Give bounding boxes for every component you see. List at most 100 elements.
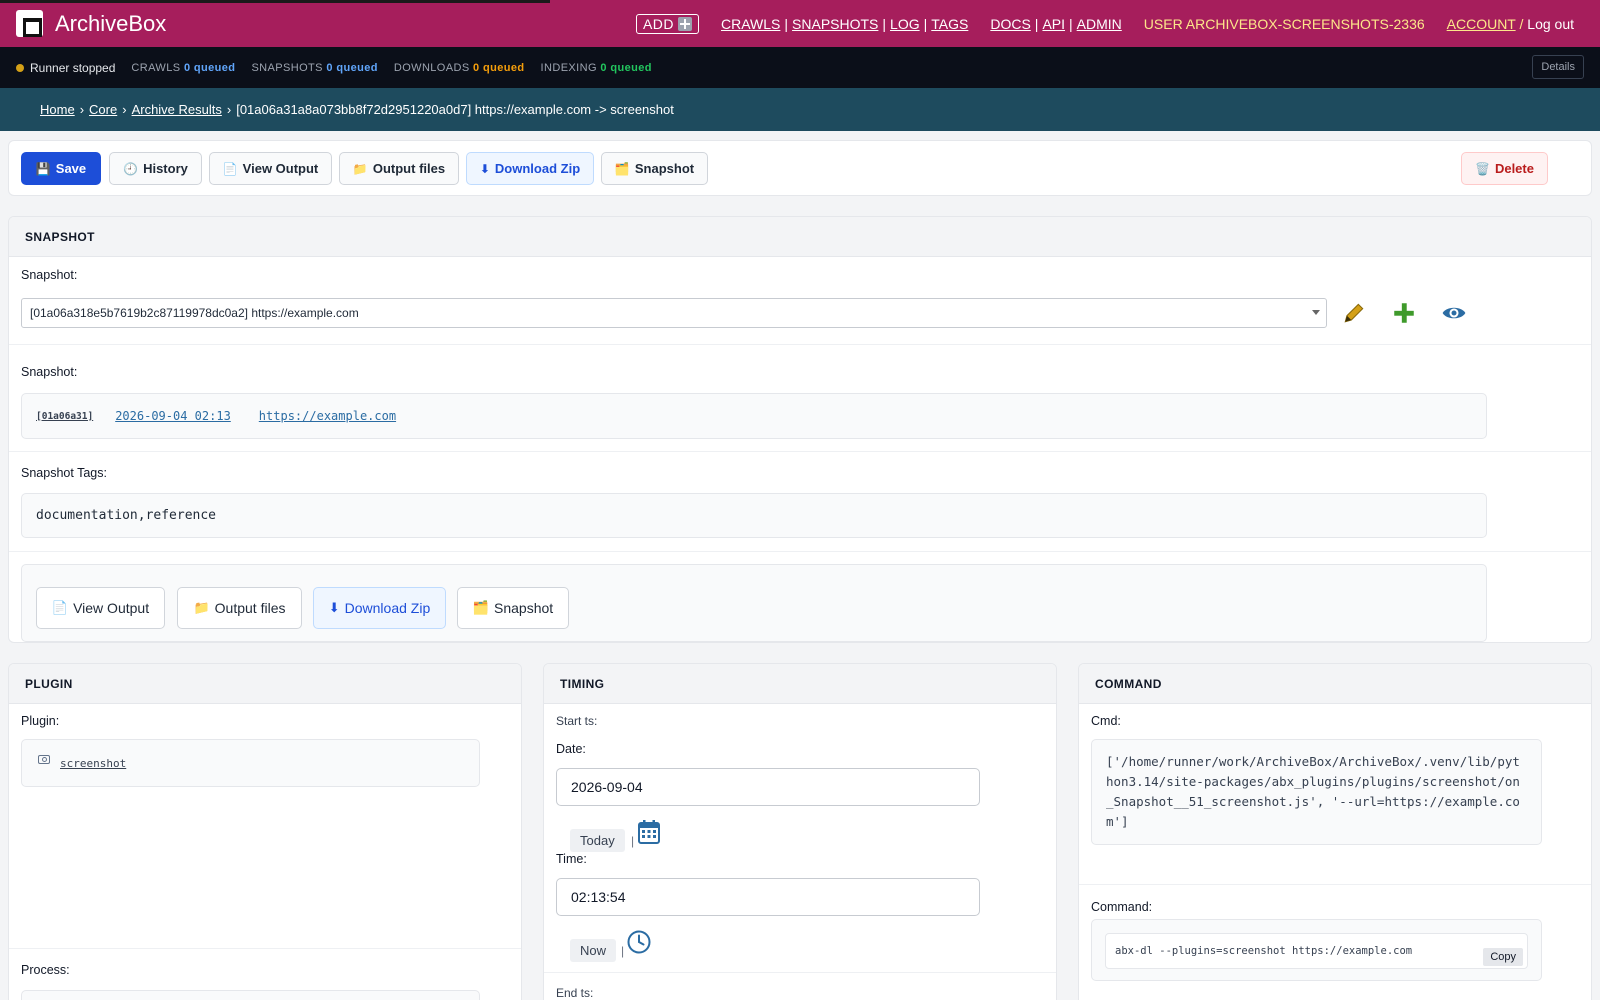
now-button[interactable]: Now bbox=[570, 939, 617, 962]
card-index-icon: 🗂️ bbox=[472, 600, 489, 615]
plugin-link[interactable]: screenshot bbox=[60, 757, 126, 770]
top-header: ArchiveBox ADD CRAWLS | SNAPSHOTS | LOG | TAGS… bbox=[0, 0, 1600, 47]
timing-panel: TIMING Start ts: Date: 2026-09-04 Today … bbox=[543, 663, 1057, 1000]
logout-link[interactable]: Log out bbox=[1527, 16, 1574, 32]
snapshot-readonly-value: [01a06a31] 2026-09-04 02:13 https://exam… bbox=[21, 393, 1487, 439]
floppy-disk-icon: 💾 bbox=[35, 161, 51, 176]
inner-output-files-button[interactable]: 📁 Output files bbox=[177, 587, 302, 629]
user-label: USER ARCHIVEBOX-SCREENSHOTS-2336 bbox=[1143, 15, 1425, 32]
archivebox-logo-icon bbox=[16, 10, 43, 37]
add-button-label: ADD bbox=[642, 15, 675, 32]
clock-icon[interactable] bbox=[627, 930, 651, 954]
calendar-icon[interactable] bbox=[638, 820, 660, 844]
time-label: Time: bbox=[556, 852, 587, 866]
plus-icon bbox=[678, 16, 693, 31]
command-label: Command: bbox=[1091, 900, 1153, 914]
breadcrumb-core[interactable]: Core bbox=[89, 102, 117, 117]
snapshot-select-label: Snapshot: bbox=[21, 268, 78, 282]
output-files-button[interactable]: 📁 Output files bbox=[339, 152, 459, 185]
today-button[interactable]: Today bbox=[570, 829, 625, 852]
snapshot-select[interactable]: [01a06a318e5b7619b2c87119978dc0a2] https… bbox=[21, 298, 1327, 328]
nav-tags[interactable]: TAGS bbox=[931, 16, 968, 32]
date-input[interactable]: 2026-09-04 bbox=[556, 768, 980, 806]
folder-icon: 📁 bbox=[352, 161, 368, 176]
nav-api[interactable]: API bbox=[1042, 16, 1065, 32]
wastebasket-icon: 🗑️ bbox=[1475, 161, 1490, 176]
account-separator: / bbox=[1519, 15, 1524, 32]
timing-panel-title: TIMING bbox=[544, 664, 1056, 704]
snapshot-panel-title: SNAPSHOT bbox=[9, 217, 1591, 257]
runner-status: Runner stopped bbox=[30, 60, 116, 75]
nav-docs-link[interactable]: DOCS bbox=[990, 16, 1030, 32]
nav-snapshots[interactable]: SNAPSHOTS bbox=[792, 16, 878, 32]
download-zip-button[interactable]: ⬇ Download Zip bbox=[466, 152, 594, 185]
breadcrumb-archive-results[interactable]: Archive Results bbox=[132, 102, 222, 117]
top-nav: ADD CRAWLS | SNAPSHOTS | LOG | TAGS DOCS | API | A… bbox=[635, 0, 1574, 47]
chevron-down-icon bbox=[1312, 310, 1320, 315]
nav-admin[interactable]: ADMIN bbox=[1077, 16, 1122, 32]
nav-docs: DOCS | API | ADMIN bbox=[990, 15, 1122, 32]
inner-download-zip-button[interactable]: ⬇ Download Zip bbox=[313, 587, 446, 629]
save-button[interactable]: 💾 Save bbox=[21, 152, 101, 185]
breadcrumb-home[interactable]: Home bbox=[40, 102, 75, 117]
runner-status-bar: Runner stopped CRAWLS 0 queued SNAPSHOTS… bbox=[0, 47, 1600, 88]
brand-name[interactable]: ArchiveBox bbox=[55, 11, 166, 37]
object-toolbar: 💾 Save 🕘 History 📄 View Output 📁 Output file… bbox=[8, 140, 1592, 196]
start-ts-label: Start ts: bbox=[556, 714, 598, 728]
plugin-label: Plugin: bbox=[21, 714, 60, 728]
delete-button[interactable]: 🗑️ Delete bbox=[1461, 152, 1548, 185]
cmd-value: ['/home/runner/work/ArchiveBox/ArchiveBo… bbox=[1091, 739, 1542, 845]
plus-icon[interactable] bbox=[1391, 300, 1417, 326]
snapshot-actions: 📄 View Output 📁 Output files ⬇ Download Zip… bbox=[21, 564, 1487, 642]
inner-view-output-button[interactable]: 📄 View Output bbox=[36, 587, 165, 629]
command-box: abx-dl --plugins=screenshot https://exam… bbox=[1091, 919, 1542, 981]
runner-status-dot-icon bbox=[16, 63, 24, 72]
copy-button[interactable]: Copy bbox=[1483, 948, 1523, 966]
pencil-icon[interactable] bbox=[1341, 300, 1367, 326]
queue-indexing: INDEXING 0 queued bbox=[540, 61, 652, 74]
page-icon: 📄 bbox=[51, 600, 69, 615]
snapshot-button[interactable]: 🗂️ Snapshot bbox=[601, 152, 708, 185]
page-icon: 📄 bbox=[222, 161, 238, 176]
camera-icon bbox=[38, 754, 50, 764]
add-button[interactable]: ADD bbox=[635, 13, 700, 34]
history-button[interactable]: 🕘 History bbox=[109, 152, 202, 185]
process-value bbox=[21, 990, 480, 1000]
snapshot-date-link[interactable]: 2026-09-04 02:13 bbox=[115, 409, 231, 423]
eye-icon[interactable] bbox=[1441, 300, 1467, 326]
details-button[interactable]: Details bbox=[1532, 55, 1584, 79]
clock-icon: 🕘 bbox=[123, 161, 139, 176]
plugin-value: screenshot bbox=[21, 739, 480, 787]
down-arrow-icon: ⬇ bbox=[328, 600, 340, 615]
snapshot-select-value: [01a06a318e5b7619b2c87119978dc0a2] https… bbox=[30, 306, 359, 320]
queue-snapshots: SNAPSHOTS 0 queued bbox=[251, 61, 378, 74]
snapshot-url-link[interactable]: https://example.com bbox=[259, 409, 396, 423]
snapshot-readonly-label: Snapshot: bbox=[21, 365, 78, 379]
snapshot-tags-label: Snapshot Tags: bbox=[21, 466, 107, 480]
view-output-button[interactable]: 📄 View Output bbox=[209, 152, 332, 185]
queue-downloads: DOWNLOADS 0 queued bbox=[393, 61, 525, 74]
brand[interactable]: ArchiveBox bbox=[16, 10, 166, 37]
account-link[interactable]: ACCOUNT bbox=[1447, 16, 1516, 32]
end-ts-label: End ts: bbox=[556, 986, 594, 1000]
process-label: Process: bbox=[21, 963, 70, 977]
nav-main: CRAWLS | SNAPSHOTS | LOG | TAGS bbox=[721, 15, 969, 32]
inner-snapshot-button[interactable]: 🗂️ Snapshot bbox=[457, 587, 569, 629]
queue-crawls: CRAWLS 0 queued bbox=[131, 61, 236, 74]
nav-log[interactable]: LOG bbox=[890, 16, 920, 32]
breadcrumb-current: [01a06a31a8a073bb8f72d2951220a0d7] https… bbox=[236, 102, 674, 117]
snapshot-tags-value: documentation,reference bbox=[21, 493, 1487, 538]
down-arrow-icon: ⬇ bbox=[479, 161, 490, 176]
time-input[interactable]: 02:13:54 bbox=[556, 878, 980, 916]
command-panel: COMMAND Cmd: ['/home/runner/work/Archive… bbox=[1078, 663, 1592, 1000]
command-panel-title: COMMAND bbox=[1079, 664, 1591, 704]
date-label: Date: bbox=[556, 742, 586, 756]
card-index-icon: 🗂️ bbox=[614, 161, 630, 176]
account-links: ACCOUNT / Log out bbox=[1447, 16, 1574, 32]
plugin-panel: PLUGIN Plugin: screenshot Process: bbox=[8, 663, 522, 1000]
nav-crawls[interactable]: CRAWLS bbox=[721, 16, 780, 32]
snapshot-id-link[interactable]: [01a06a31] bbox=[36, 411, 93, 422]
cmd-label: Cmd: bbox=[1091, 714, 1121, 728]
folder-icon: 📁 bbox=[193, 600, 210, 615]
loading-progress-line bbox=[0, 0, 550, 3]
